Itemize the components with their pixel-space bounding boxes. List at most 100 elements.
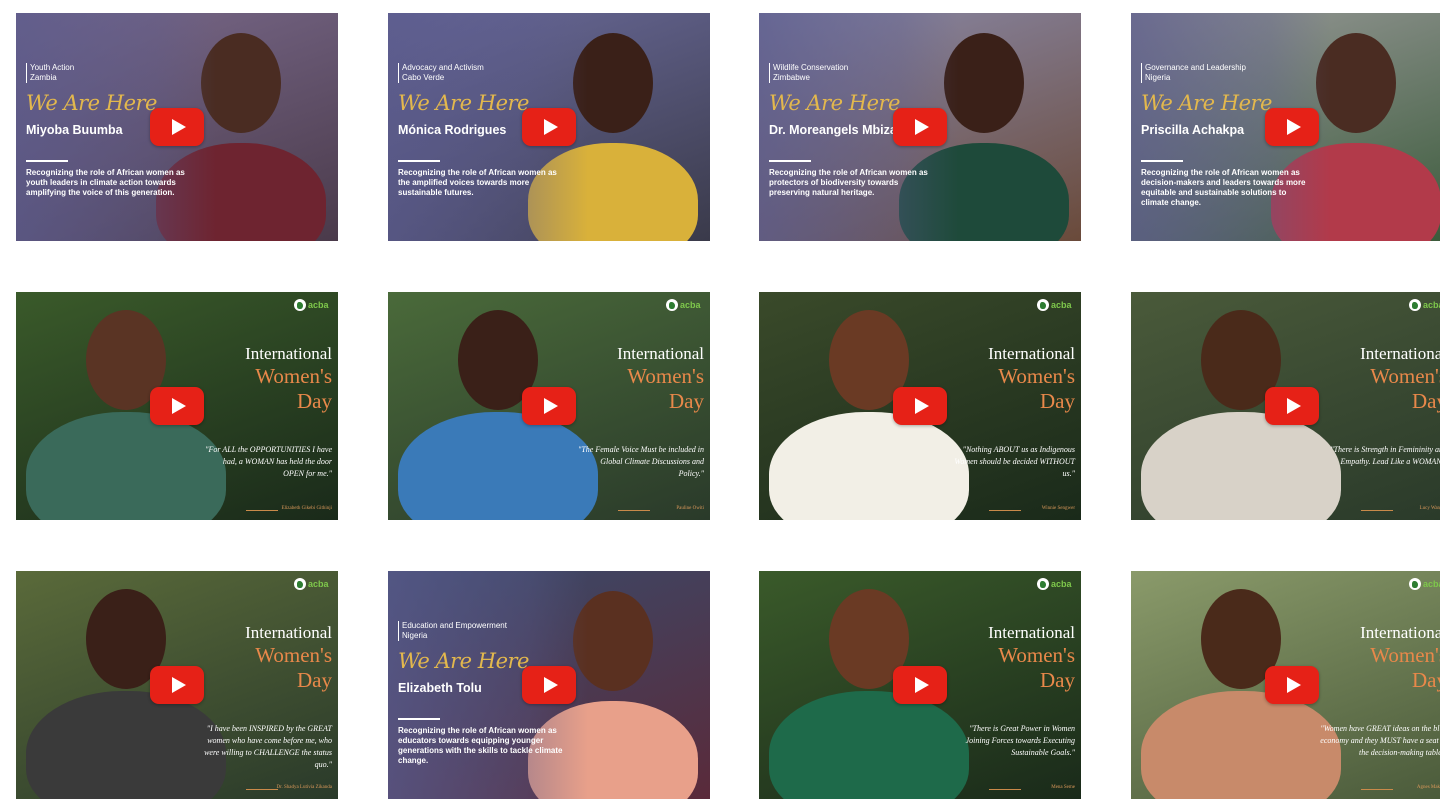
play-icon[interactable] (150, 387, 204, 425)
quote-text: "I have been INSPIRED by the GREAT women… (204, 724, 332, 769)
africa-map-icon (294, 578, 306, 590)
iwd-line-2: Women's (255, 364, 332, 388)
category-tag: Education and Empowerment Nigeria (398, 621, 507, 641)
quote-author: Mena Seme (1051, 785, 1075, 790)
play-icon[interactable] (150, 108, 204, 146)
person-figure (1141, 691, 1341, 799)
acba-logo: acba (1409, 297, 1440, 313)
iwd-line-1: International (617, 344, 704, 363)
quote-author: Winnie Sengwer (1041, 506, 1075, 511)
video-thumbnail[interactable]: Advocacy and Activism Cabo Verde We Are He… (388, 13, 710, 241)
acba-logo: acba (1409, 576, 1440, 592)
logo-text: acba (680, 300, 701, 310)
play-icon[interactable] (1265, 108, 1319, 146)
video-thumbnail[interactable]: Education and Empowerment Nigeria We Are H… (388, 571, 710, 799)
acba-logo: acba (1037, 297, 1073, 313)
country-label: Zimbabwe (773, 73, 810, 82)
play-icon[interactable] (522, 108, 576, 146)
play-icon[interactable] (522, 666, 576, 704)
country-label: Nigeria (1145, 73, 1171, 82)
iwd-line-2: Women's (998, 643, 1075, 667)
we-are-here-title: We Are Here (398, 91, 530, 115)
category-label: Advocacy and Activism (402, 63, 484, 72)
we-are-here-title: We Are Here (769, 91, 901, 115)
category-tag: Wildlife Conservation Zimbabwe (769, 63, 848, 83)
video-thumbnail[interactable]: acba International Women's Day "For ALL the … (16, 292, 338, 520)
video-thumbnail[interactable]: acba International Women's Day "There is Gre… (759, 571, 1081, 799)
person-figure (26, 412, 226, 520)
iwd-line-3: Day (1040, 389, 1075, 413)
person-figure (769, 412, 969, 520)
role-description: Recognizing the role of African women as… (398, 168, 557, 197)
quote-author: Pauline Owiti (676, 506, 704, 511)
play-icon[interactable] (893, 387, 947, 425)
country-label: Zambia (30, 73, 57, 82)
quote-divider (618, 510, 650, 511)
category-label: Wildlife Conservation (773, 63, 849, 72)
video-thumbnail[interactable]: acba International Women's Day "I have been … (16, 571, 338, 799)
acba-logo: acba (294, 297, 330, 313)
country-label: Cabo Verde (402, 73, 445, 82)
iwd-line-1: International (988, 344, 1075, 363)
category-label: Governance and Leadership (1145, 63, 1246, 72)
play-icon[interactable] (1265, 387, 1319, 425)
we-are-here-title: We Are Here (1141, 91, 1273, 115)
iwd-line-2: Women's (1370, 364, 1440, 388)
quote-divider (1361, 789, 1393, 790)
quote-author: Lucy Wanjiru (1419, 506, 1440, 511)
quote-author: Elizabeth Gikebi Githinji (281, 506, 332, 511)
play-icon[interactable] (1265, 666, 1319, 704)
iwd-line-1: International (988, 623, 1075, 642)
video-thumbnail[interactable]: acba InternationalWomen'sDay "Women have G… (1131, 571, 1440, 799)
quote-author: Dr. Shadya Lutivia Zikanda (276, 785, 332, 790)
iwd-line-3: Day (297, 389, 332, 413)
video-thumbnail[interactable]: Youth Action Zambia We Are Here Miyoba Buum… (16, 13, 338, 241)
africa-map-icon (294, 299, 306, 311)
iwd-line-3: Day (297, 668, 332, 692)
play-icon[interactable] (522, 387, 576, 425)
video-thumbnail[interactable]: Governance and Leadership Nigeria We Are H… (1131, 13, 1440, 241)
logo-text: acba (308, 579, 329, 589)
divider (1141, 160, 1183, 162)
iwd-title: InternationalWomen'sDay (245, 344, 332, 413)
divider (398, 718, 440, 720)
role-description: Recognizing the role of African women as… (1141, 168, 1306, 207)
person-figure (26, 691, 226, 799)
iwd-line-1: International (1360, 623, 1440, 642)
quote-divider (989, 510, 1021, 511)
africa-map-icon (1037, 578, 1049, 590)
quote-author: Agnes Makena (1416, 785, 1440, 790)
quote-text: "For ALL the OPPORTUNITIES I have had, a… (205, 445, 332, 478)
iwd-line-3: Day (1412, 668, 1440, 692)
quote-text: "There is Great Power in Women Joining F… (965, 724, 1075, 757)
video-thumbnail[interactable]: acba International Women's Day "Nothing ABOU… (759, 292, 1081, 520)
video-thumbnail[interactable]: acba International Women's Day "The Female V… (388, 292, 710, 520)
iwd-title: InternationalWomen'sDay (245, 623, 332, 692)
quote-text: "The Female Voice Must be included in Gl… (578, 445, 704, 478)
divider (26, 160, 68, 162)
divider (398, 160, 440, 162)
play-icon[interactable] (893, 666, 947, 704)
quote-text: "Nothing ABOUT us as Indigenous Women sh… (954, 445, 1075, 478)
iwd-line-2: Women's (998, 364, 1075, 388)
we-are-here-title: We Are Here (26, 91, 158, 115)
category-label: Education and Empowerment (402, 621, 507, 630)
category-tag: Advocacy and Activism Cabo Verde (398, 63, 484, 83)
africa-map-icon (666, 299, 678, 311)
play-icon[interactable] (893, 108, 947, 146)
iwd-title: InternationalWomen'sDay (1360, 344, 1440, 413)
iwd-line-1: International (245, 344, 332, 363)
video-thumbnail[interactable]: acba InternationalWomen'sDay "There is Str… (1131, 292, 1440, 520)
iwd-line-3: Day (1040, 668, 1075, 692)
iwd-title: InternationalWomen'sDay (988, 344, 1075, 413)
iwd-line-2: Women's (627, 364, 704, 388)
quote-divider (246, 510, 278, 511)
video-thumbnail[interactable]: Wildlife Conservation Zimbabwe We Are Here… (759, 13, 1081, 241)
acba-logo: acba (666, 297, 702, 313)
iwd-title: InternationalWomen'sDay (617, 344, 704, 413)
africa-map-icon (1037, 299, 1049, 311)
logo-text: acba (1423, 300, 1440, 310)
play-icon[interactable] (150, 666, 204, 704)
role-description: Recognizing the role of African women as… (26, 168, 185, 197)
country-label: Nigeria (402, 631, 428, 640)
